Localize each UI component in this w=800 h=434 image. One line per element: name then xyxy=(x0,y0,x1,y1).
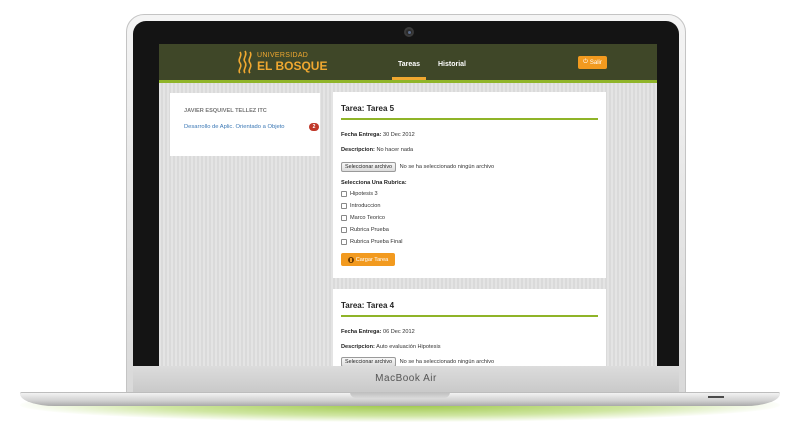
task-card: Tarea: Tarea 4 Fecha Entrega: 06 Dec 201… xyxy=(333,289,606,366)
exit-label: Salir xyxy=(589,59,602,66)
task-title: Tarea: Tarea 5 xyxy=(341,104,395,113)
main-content: JAVIER ESQUIVEL TELLEZ ITC Desarrollo de… xyxy=(159,83,657,366)
rubric-checkbox[interactable] xyxy=(341,203,347,209)
description-value: No hacer nada xyxy=(376,147,414,153)
device-label: MacBook Air xyxy=(375,373,437,384)
logo-line2: EL BOSQUE xyxy=(257,59,328,73)
nav-tareas[interactable]: Tareas xyxy=(392,44,427,80)
task-title-rule xyxy=(341,118,598,120)
due-label: Fecha Entrega: xyxy=(341,329,382,335)
due-value: 06 Dec 2012 xyxy=(382,329,415,335)
user-name: JAVIER ESQUIVEL TELLEZ ITC xyxy=(184,108,267,114)
logo-emblem-icon xyxy=(238,50,252,74)
rubric-option: Marco Teorico xyxy=(341,215,385,221)
task-title-rule xyxy=(341,315,598,317)
rubric-option: Rubrica Prueba xyxy=(341,227,389,233)
logo-line1: UNIVERSIDAD xyxy=(257,52,309,59)
due-label: Fecha Entrega: xyxy=(341,132,382,138)
camera-icon xyxy=(404,27,414,37)
university-logo[interactable]: UNIVERSIDAD EL BOSQUE xyxy=(237,49,327,75)
rubric-checkbox[interactable] xyxy=(341,215,347,221)
due-value: 30 Dec 2012 xyxy=(382,132,415,138)
upload-task-button[interactable]: Cargar Tarea xyxy=(341,253,395,266)
rubric-option-label: Rubrica Prueba xyxy=(350,227,389,233)
upload-icon xyxy=(347,256,354,263)
nav-historial[interactable]: Historial xyxy=(432,44,472,80)
course-link[interactable]: Desarrollo de Aplic. Orientado a Objeto xyxy=(184,124,285,130)
sidebar-card: JAVIER ESQUIVEL TELLEZ ITC Desarrollo de… xyxy=(170,93,320,156)
rubric-checkbox[interactable] xyxy=(341,239,347,245)
laptop-notch xyxy=(350,392,450,398)
choose-file-button[interactable]: Seleccionar archivo xyxy=(341,357,397,366)
description-row: Descripcion: Auto evaluación Hipotesis xyxy=(341,344,441,350)
task-card: Tarea: Tarea 5 Fecha Entrega: 30 Dec 201… xyxy=(333,92,606,278)
rubric-checkbox[interactable] xyxy=(341,191,347,197)
description-label: Descripcion: xyxy=(341,344,375,350)
rubric-label: Selecciona Una Rubrica: xyxy=(341,180,407,186)
course-count-badge: 2 xyxy=(309,123,319,131)
description-row: Descripcion: No hacer nada xyxy=(341,147,413,153)
description-value: Auto evaluación Hipotesis xyxy=(376,344,441,350)
rubric-option-label: Rubrica Prueba Final xyxy=(350,239,403,245)
rubric-checkbox[interactable] xyxy=(341,227,347,233)
rubric-option: Introduccion xyxy=(341,203,380,209)
power-icon: ⏻ xyxy=(583,59,588,65)
exit-button[interactable]: ⏻ Salir xyxy=(578,56,607,69)
rubric-option: Hipotesis 3 xyxy=(341,191,378,197)
rubric-heading: Selecciona Una Rubrica: xyxy=(341,180,407,186)
choose-file-button[interactable]: Seleccionar archivo xyxy=(341,162,397,172)
file-status: No se ha seleccionado ningún archivo xyxy=(399,359,495,365)
rubric-option: Rubrica Prueba Final xyxy=(341,239,403,245)
file-input-row: Seleccionar archivo No se ha seleccionad… xyxy=(341,162,494,172)
due-date-row: Fecha Entrega: 30 Dec 2012 xyxy=(341,132,415,138)
upload-label: Cargar Tarea xyxy=(355,256,389,263)
rubric-option-label: Hipotesis 3 xyxy=(350,191,378,197)
description-label: Descripcion: xyxy=(341,147,375,153)
screen: UNIVERSIDAD EL BOSQUE Tareas Historial ⏻… xyxy=(159,44,657,366)
file-status: No se ha seleccionado ningún archivo xyxy=(399,164,495,170)
status-led xyxy=(708,396,724,398)
task-title: Tarea: Tarea 4 xyxy=(341,301,395,310)
due-date-row: Fecha Entrega: 06 Dec 2012 xyxy=(341,329,415,335)
rubric-option-label: Marco Teorico xyxy=(350,215,386,221)
header-bar: UNIVERSIDAD EL BOSQUE Tareas Historial ⏻… xyxy=(159,44,657,80)
file-input-row: Seleccionar archivo No se ha seleccionad… xyxy=(341,357,494,366)
rubric-option-label: Introduccion xyxy=(350,203,381,209)
